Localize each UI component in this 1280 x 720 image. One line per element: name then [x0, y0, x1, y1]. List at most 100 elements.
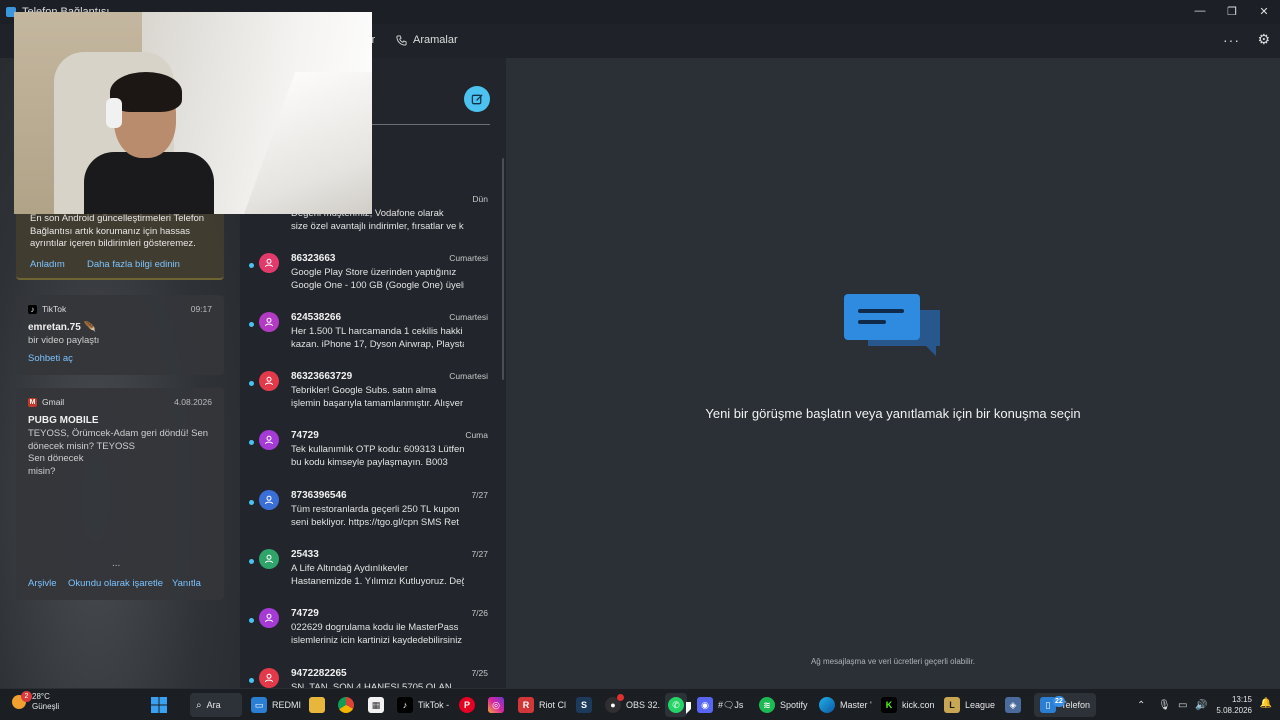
league-label: League — [965, 700, 996, 710]
network-icon: ▭ — [1178, 699, 1188, 711]
preview-line: Hastanemizde 1. Yılımızı Kutluyoruz. Değ — [291, 575, 464, 587]
taskbar-redmi[interactable]: ▭ REDMI — [251, 693, 301, 717]
taskbar-whatsapp[interactable]: ✆ — [665, 693, 687, 717]
instagram-icon: ◎ — [488, 697, 504, 713]
chat-bubbles-illustration — [844, 294, 944, 373]
unread-dot — [249, 263, 254, 268]
taskbar-chrome[interactable] — [338, 693, 354, 717]
conversation-preview: Google Play Store üzerinden yaptığınız Go… — [291, 267, 464, 292]
conversation-date: 7/26 — [471, 608, 488, 618]
start-button[interactable] — [151, 693, 167, 717]
network-app-icon: ◈ — [1005, 697, 1021, 713]
edge-label: Master ' — [840, 700, 872, 710]
network-tray[interactable]: ▭ — [1178, 693, 1187, 717]
taskbar-tiktok[interactable]: ♪ TikTok - — [397, 693, 449, 717]
person-icon — [265, 376, 273, 386]
conversation-number: 9472282265 — [291, 668, 347, 679]
taskbar-search[interactable]: ⌕ Ara — [190, 693, 242, 717]
contact-avatar — [259, 371, 279, 391]
settings-icon[interactable]: ⚙ — [1257, 31, 1270, 48]
minimize-button[interactable]: — — [1184, 0, 1216, 22]
conversation-item[interactable]: 74729 Cuma Tek kullanımlık OTP kodu: 60931… — [240, 422, 502, 478]
tab-calls[interactable]: Aramalar — [396, 34, 458, 46]
preview-line: islemleriniz icin kartinizi kaydedebilir… — [291, 634, 463, 646]
taskbar-telefon[interactable]: ▯ 22 Telefon — [1034, 693, 1096, 717]
chrome-icon — [338, 697, 354, 713]
taskbar-obs[interactable]: ● OBS 32. — [605, 693, 660, 717]
steam-icon: S — [576, 697, 592, 713]
preview-line: Tebrikler! Google Subs. satın alma — [291, 385, 437, 396]
kick-label: kick.con — [902, 700, 935, 710]
conversation-date: Cumartesi — [449, 312, 488, 322]
weather-widget[interactable]: 2 28°C Güneşli — [12, 691, 59, 712]
preview-line: işlemin başarıyla tamamlanmıştır. Alışve… — [291, 397, 464, 409]
taskbar-riot[interactable]: R Riot Cl — [518, 693, 566, 717]
gmail-source-label: Gmail — [42, 397, 65, 407]
conversation-item[interactable]: 86323663 Cumartesi Google Play Store üzeri… — [240, 245, 502, 301]
phone-icon — [396, 34, 407, 46]
new-message-button[interactable] — [464, 86, 490, 112]
taskbar-file-explorer[interactable] — [309, 693, 325, 717]
conversation-date: Dün — [472, 194, 488, 204]
conversation-item[interactable]: 86323663729 Cumartesi Tebrikler! Google Su… — [240, 363, 502, 419]
unread-dot — [249, 322, 254, 327]
taskbar-edge[interactable]: Master ' — [819, 693, 872, 717]
preview-line: seni bekliyor. https://tgo.gl/cpn SMS Re… — [291, 516, 459, 528]
contact-avatar — [259, 490, 279, 510]
taskbar-instagram[interactable]: ◎ — [488, 693, 504, 717]
weather-badge: 2 — [21, 691, 32, 702]
notification-body: TEYOSS, Örümcek-Adam geri döndü! Sen dön… — [28, 428, 208, 478]
taskbar-pinterest[interactable]: P — [459, 693, 475, 717]
search-input[interactable] — [372, 124, 490, 125]
contact-avatar — [259, 668, 279, 688]
notification-date: 4.08.2026 — [174, 397, 212, 407]
chevron-up-icon: ⌃ — [1137, 699, 1146, 711]
notification-body: bir video paylaştı — [28, 335, 100, 346]
conversation-number: 86323663 — [291, 253, 336, 264]
archive-link[interactable]: Arşivle — [28, 578, 57, 589]
mouse-cursor — [686, 702, 691, 714]
preview-line: Google Play Store üzerinden yaptığınız — [291, 267, 457, 278]
taskbar-spotify[interactable]: ≋ Spotify — [759, 693, 808, 717]
clock-time: 13:15 — [1231, 695, 1252, 704]
conversation-item[interactable]: 8736396546 7/27 Tüm restoranlarda geçerli … — [240, 482, 502, 538]
conversation-item[interactable]: 74729 7/26 022629 dogrulama kodu ile Maste… — [240, 600, 502, 656]
gmail-notification[interactable]: M Gmail 4.08.2026 PUBG MOBILE TEYOSS, Ör… — [16, 388, 224, 600]
maximize-button[interactable]: ❐ — [1216, 0, 1248, 22]
open-chat-link[interactable]: Sohbeti aç — [28, 353, 73, 364]
body-line: TEYOSS, Örümcek-Adam geri döndü! Sen — [28, 428, 209, 439]
mark-read-link[interactable]: Okundu olarak işaretle — [68, 578, 163, 589]
microphone-icon: 🎙 — [1158, 699, 1171, 711]
taskbar-league[interactable]: L League — [944, 693, 995, 717]
conversation-number: 8736396546 — [291, 490, 347, 501]
close-button[interactable]: ✕ — [1248, 0, 1280, 22]
taskbar-discord[interactable]: ◉ #🗨Js — [697, 693, 743, 717]
more-options-icon[interactable]: ··· — [1223, 32, 1240, 48]
taskbar-clock[interactable]: 13:15 5.08.2026 — [1216, 694, 1252, 716]
discord-icon: ◉ — [697, 697, 713, 713]
notification-bell-icon[interactable]: 🔔 — [1260, 698, 1272, 709]
carrier-rates-note: Ağ mesajlaşma ve veri ücretleri geçerli … — [810, 657, 976, 666]
notification-source: ♪ TikTok — [28, 304, 66, 314]
taskbar-steam[interactable]: S — [576, 693, 592, 717]
got-it-link[interactable]: Anladım — [30, 259, 65, 270]
volume-tray[interactable]: 🔊 — [1195, 693, 1207, 717]
spotify-label: Spotify — [780, 700, 808, 710]
conversation-item[interactable]: 25433 7/27 A Life Altındağ Aydınlıkevler Ha… — [240, 541, 502, 597]
conversation-number: 86323663729 — [291, 371, 353, 382]
taskbar-network-app[interactable]: ◈ — [1005, 693, 1021, 717]
taskbar-kick[interactable]: K kick.con — [881, 693, 935, 717]
preview-line: Tüm restoranlarda geçerli 250 TL kupon — [291, 504, 460, 515]
taskbar-store[interactable]: ▦ — [368, 693, 384, 717]
learn-more-link[interactable]: Daha fazla bilgi edinin — [87, 259, 180, 270]
conversation-item[interactable]: 624538266 Cumartesi Her 1.500 TL harcamand… — [240, 304, 502, 360]
conversation-preview: A Life Altındağ Aydınlıkevler Hastanemizd… — [291, 563, 464, 588]
reply-link[interactable]: Yanıtla — [172, 578, 201, 589]
list-scrollbar[interactable] — [502, 158, 504, 380]
conversation-number: 74729 — [291, 608, 319, 619]
microphone-tray[interactable]: 🎙 — [1158, 693, 1171, 717]
tiktok-notification[interactable]: ♪ TikTok 09:17 emretan.75 🪶 bir video pa… — [16, 295, 224, 375]
show-hidden-icons[interactable]: ⌃ — [1137, 693, 1145, 717]
taskbar: 2 28°C Güneşli ⌕ Ara ▭ REDMI ▦ ♪ TikTok … — [0, 688, 1280, 720]
webcam-headset — [106, 98, 122, 128]
